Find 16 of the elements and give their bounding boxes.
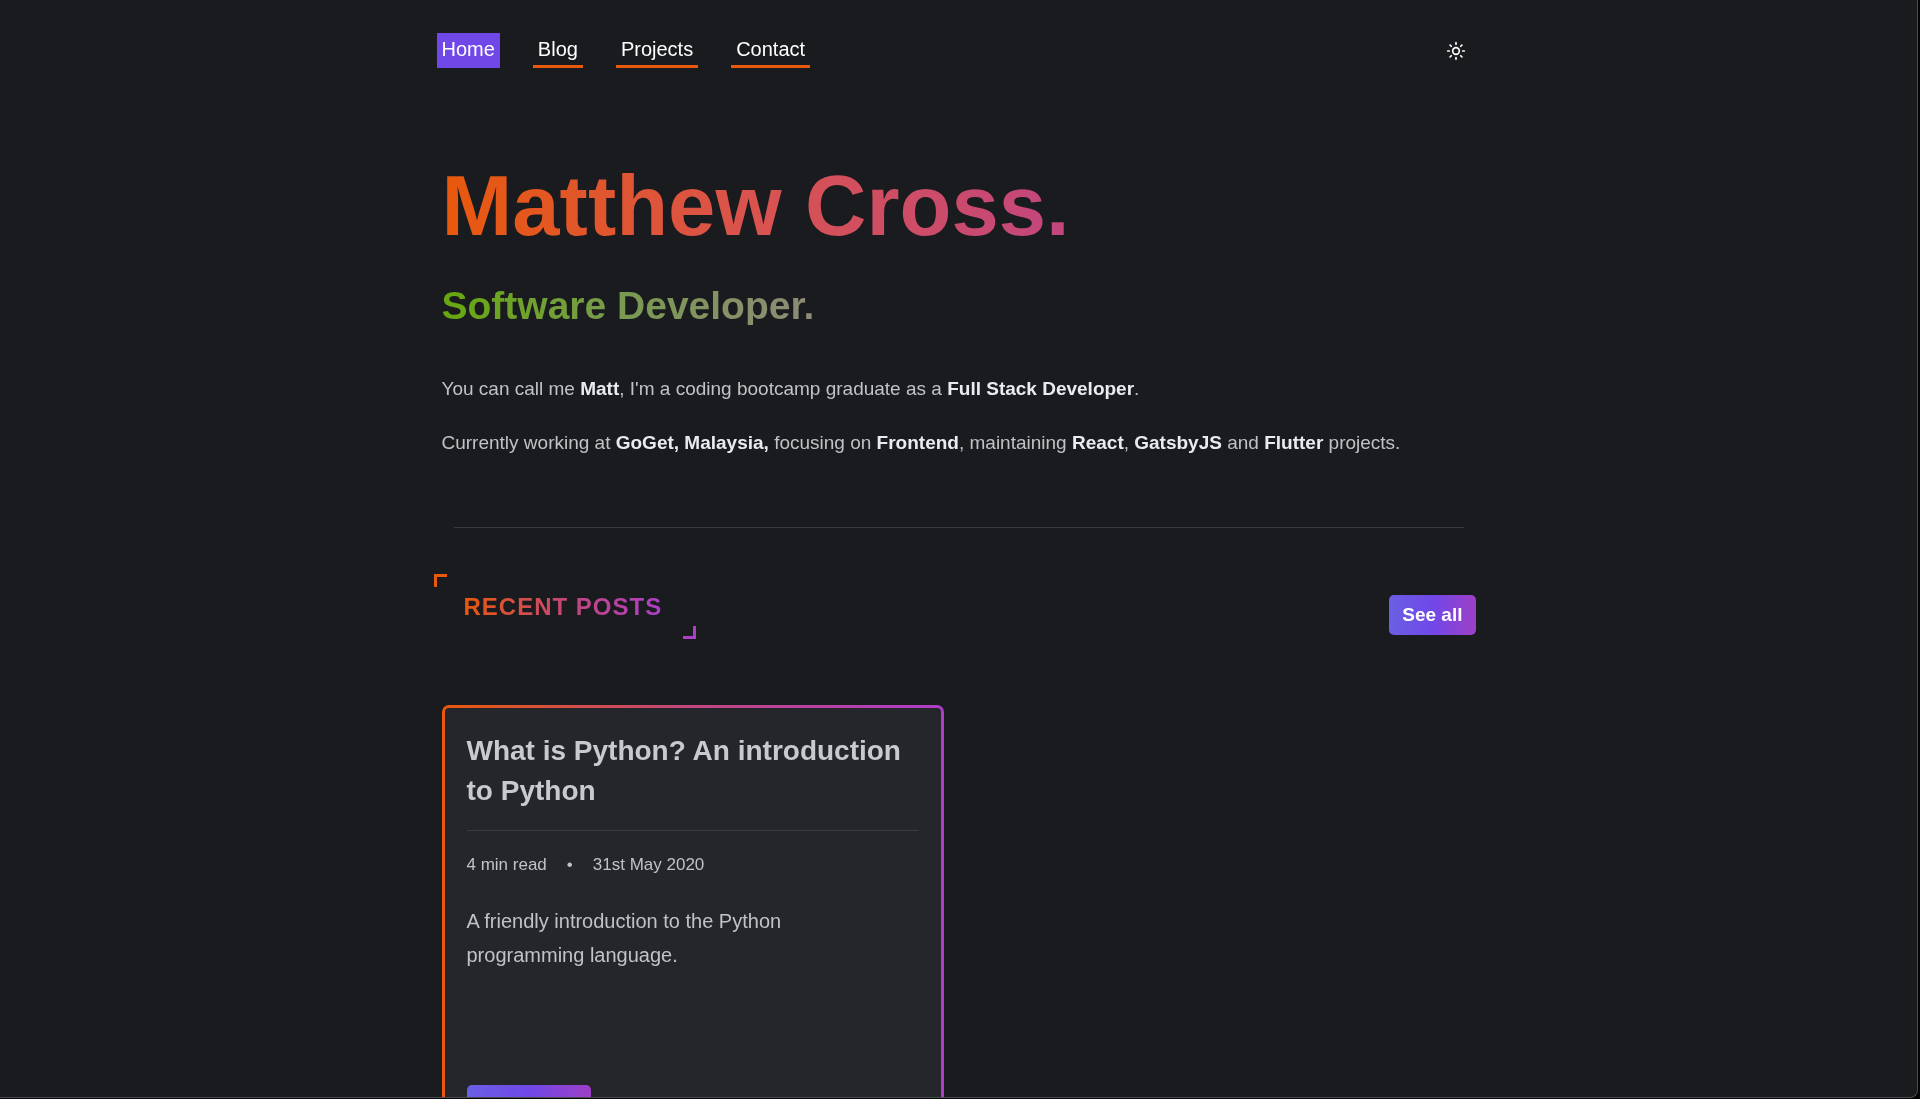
intro-text: Currently working at GoGet, Malaysia, focusing on Frontend, maintaining React, GatsbyJS and Flutter projects. xyxy=(441,431,1402,455)
corner-bracket-icon xyxy=(682,626,696,639)
nav-link[interactable]: Projects xyxy=(615,33,699,68)
nav-link[interactable]: Home xyxy=(436,33,500,68)
post-date: 31st May 2020 xyxy=(592,854,705,876)
see-all-button[interactable]: See all xyxy=(1389,595,1476,635)
corner-bracket-icon xyxy=(433,574,447,587)
nav-link[interactable]: Blog xyxy=(532,33,583,68)
post-excerpt: A friendly introduction to the Python programming language. xyxy=(466,909,783,968)
read-time: 4 min read xyxy=(466,854,547,876)
bullet-separator: • xyxy=(566,854,573,876)
post-title[interactable]: What is Python? An introduction to Python xyxy=(466,731,919,811)
intro-text: You can call me Matt, I'm a coding bootcamp graduate as a Full Stack Developer. xyxy=(441,377,1141,401)
sun-icon xyxy=(1445,40,1466,61)
theme-toggle-button[interactable] xyxy=(1445,40,1466,61)
nav-link[interactable]: Contact xyxy=(731,33,811,68)
